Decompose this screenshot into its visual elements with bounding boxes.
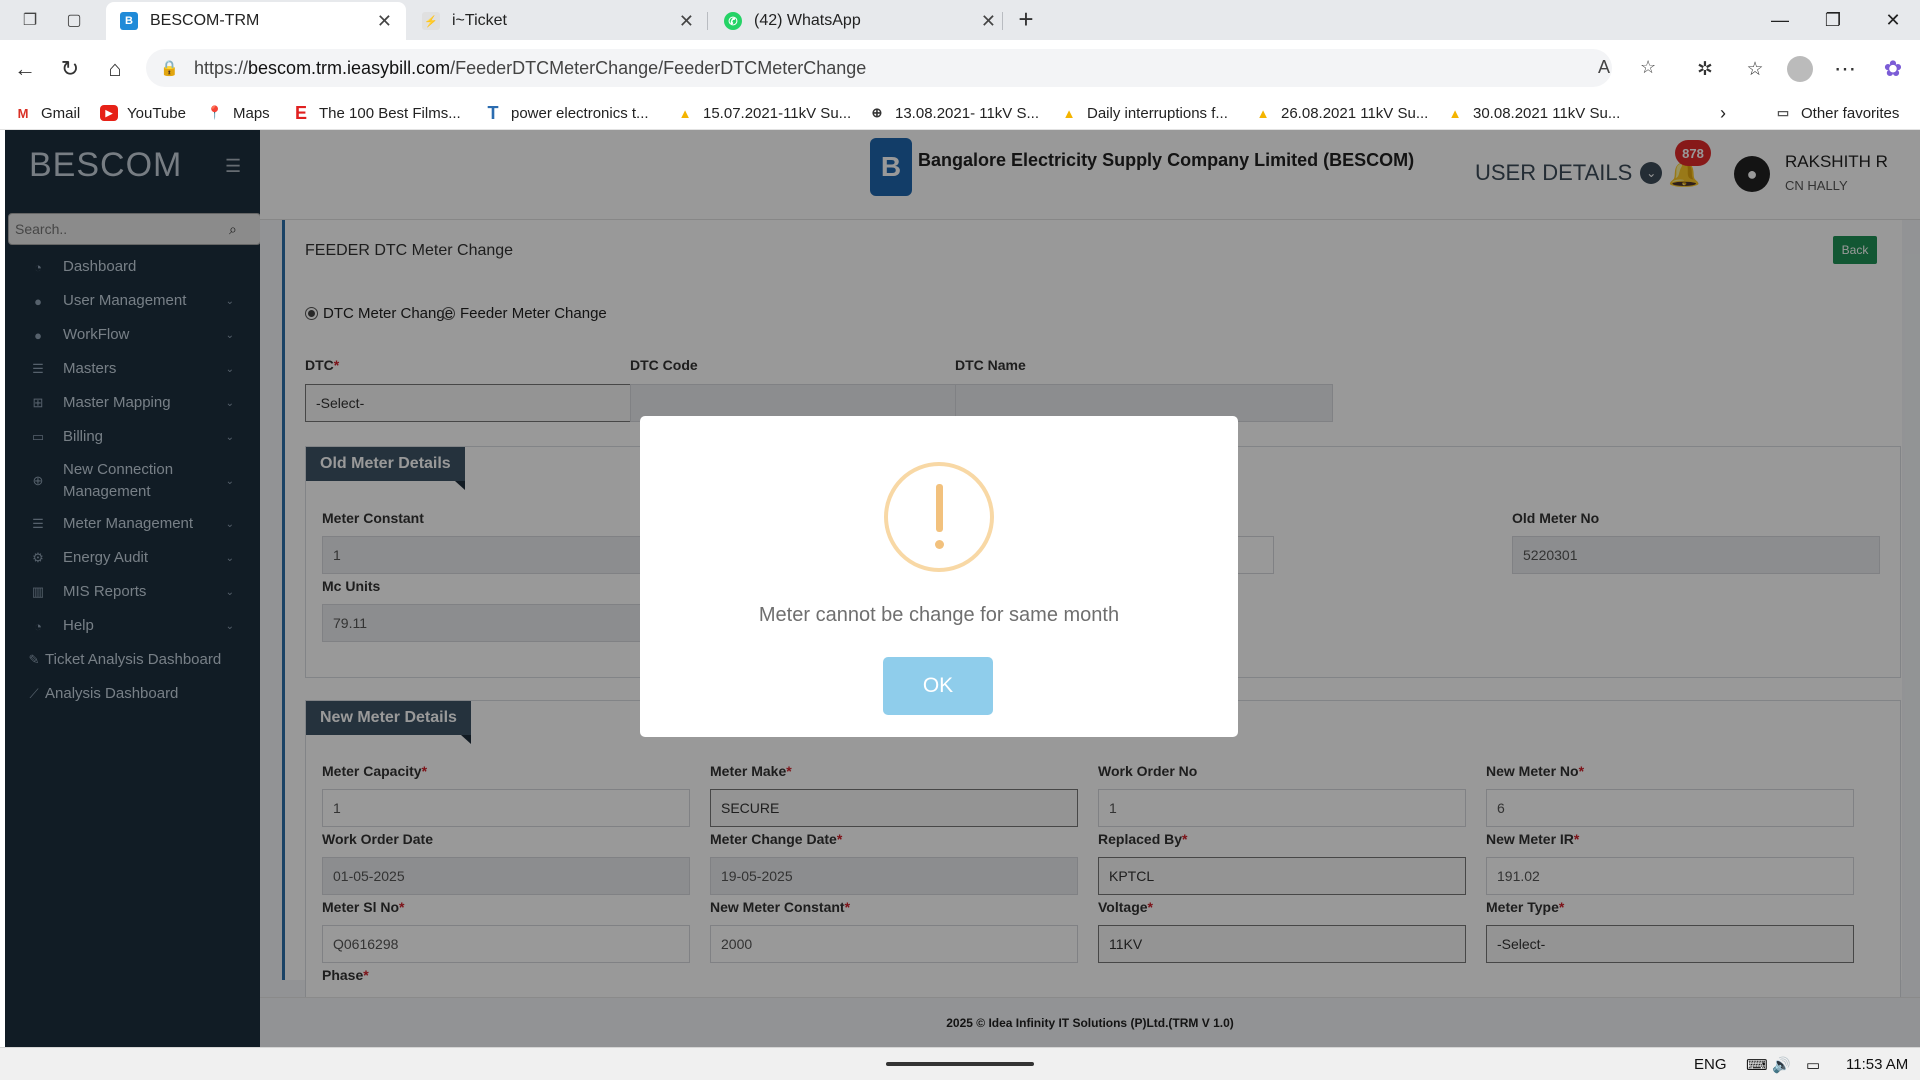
workspaces-icon[interactable]: ❐ (18, 8, 42, 32)
home-icon[interactable]: ⌂ (100, 54, 130, 84)
gmail-icon: M (17, 105, 29, 121)
e-icon: E (294, 102, 307, 123)
bookmark-label: 15.07.2021-11kV Su... (703, 104, 852, 122)
bookmark-label: The 100 Best Films... (319, 104, 461, 122)
tab-title: (42) WhatsApp (754, 12, 861, 29)
favorite-star-icon[interactable]: ☆ (1640, 57, 1656, 78)
minimize-icon[interactable]: — (1760, 6, 1800, 34)
bookmark-drive-2[interactable]: ▲ Daily interruptions f... (1060, 102, 1228, 124)
clock[interactable]: 11:53 AM (1846, 1056, 1908, 1073)
bookmark-drive-1[interactable]: ▲ 15.07.2021-11kV Su... (676, 102, 852, 124)
lock-icon[interactable]: 🔒 (160, 59, 182, 77)
url-text[interactable]: https://bescom.trm.ieasybill.com/FeederD… (194, 58, 866, 79)
profile-icon[interactable] (1785, 54, 1815, 84)
bookmark-globe[interactable]: ⊕ 13.08.2021- 11kV S... (868, 102, 1039, 124)
address-bar[interactable]: 🔒 https://bescom.trm.ieasybill.com/Feede… (146, 49, 1656, 87)
tab-iticket[interactable]: ⚡ i~Ticket ✕ (408, 2, 708, 40)
volume-icon[interactable]: 🔊 (1772, 1056, 1791, 1074)
bookmark-label: power electronics t... (511, 104, 649, 122)
bookmark-drive-4[interactable]: ▲ 30.08.2021 11kV Su... (1446, 102, 1621, 124)
tab-title: BESCOM-TRM (150, 12, 260, 29)
bookmark-gmail[interactable]: M Gmail (14, 102, 81, 124)
more-menu-icon[interactable]: ⋯ (1830, 54, 1860, 84)
tab-actions-icon[interactable]: ▢ (62, 8, 86, 32)
new-tab-icon[interactable]: + (1012, 6, 1040, 34)
bookmark-maps[interactable]: 📍 Maps (206, 102, 270, 124)
tab-title: i~Ticket (452, 12, 507, 29)
youtube-icon: ▶ (100, 105, 118, 121)
bookmark-youtube[interactable]: ▶ YouTube (100, 102, 186, 124)
maps-icon: 📍 (206, 105, 224, 120)
close-tab-icon[interactable]: ✕ (679, 11, 694, 32)
warning-exclamation-bar (935, 484, 943, 532)
taskbar-handle[interactable] (886, 1062, 1034, 1066)
bookmark-label: YouTube (127, 104, 186, 122)
iticket-favicon-icon: ⚡ (422, 12, 440, 30)
t-icon: T (487, 102, 499, 123)
language-indicator[interactable]: ENG (1694, 1056, 1727, 1073)
restore-icon[interactable]: ❐ (1813, 6, 1853, 34)
copilot-icon[interactable]: ✿ (1878, 54, 1908, 84)
ok-button[interactable]: OK (883, 657, 993, 715)
favorites-icon[interactable]: ☆ (1740, 54, 1770, 84)
close-window-icon[interactable]: ✕ (1873, 6, 1913, 34)
url-scheme: https:// (194, 57, 249, 78)
reload-icon[interactable]: ↻ (55, 54, 85, 84)
taskbar: ENG ⌨ 🔊 ▭ 11:53 AM (0, 1047, 1920, 1080)
tab-bescom-trm[interactable]: B BESCOM-TRM ✕ (106, 2, 406, 40)
bookmark-drive-3[interactable]: ▲ 26.08.2021 11kV Su... (1254, 102, 1429, 124)
bookmark-label: 26.08.2021 11kV Su... (1281, 104, 1429, 122)
warning-icon (884, 462, 994, 572)
globe-icon: ⊕ (871, 105, 883, 120)
other-favorites-label: Other favorites (1801, 104, 1900, 122)
drive-icon: ▲ (678, 105, 692, 121)
browser-toolbar: ← ↻ ⌂ 🔒 https://bescom.trm.ieasybill.com… (0, 40, 1920, 96)
url-path: /FeederDTCMeterChange/FeederDTCMeterChan… (450, 57, 867, 78)
read-aloud-icon[interactable]: A (1598, 57, 1610, 78)
tab-separator (707, 12, 708, 30)
bookmark-label: Daily interruptions f... (1087, 104, 1228, 122)
back-arrow-icon[interactable]: ← (10, 54, 40, 84)
screen: ❐ ▢ B BESCOM-TRM ✕ ⚡ i~Ticket ✕ ✆ (42) W… (0, 0, 1920, 1080)
other-favorites[interactable]: ▭ Other favorites (1774, 102, 1900, 124)
alert-message: Meter cannot be change for same month (758, 604, 1120, 626)
bookmarks-overflow-icon[interactable]: › (1720, 102, 1726, 124)
drive-icon: ▲ (1448, 105, 1462, 121)
close-tab-icon[interactable]: ✕ (981, 11, 996, 32)
network-icon[interactable]: ⌨ (1746, 1056, 1768, 1074)
warning-exclamation-dot (934, 540, 944, 549)
close-tab-icon[interactable]: ✕ (377, 11, 392, 32)
bookmark-power-electronics[interactable]: Tpower electronics t... (484, 102, 649, 124)
tab-separator (1002, 12, 1003, 30)
folder-icon: ▭ (1776, 105, 1790, 120)
bookmark-label: 30.08.2021 11kV Su... (1473, 104, 1621, 122)
whatsapp-favicon-icon: ✆ (724, 12, 742, 30)
bookmark-label: Maps (233, 104, 270, 122)
extensions-icon[interactable]: ✲ (1690, 54, 1720, 84)
tab-whatsapp[interactable]: ✆ (42) WhatsApp ✕ (710, 2, 1010, 40)
bescom-favicon-icon: B (120, 12, 138, 30)
bookmarks-bar: M Gmail ▶ YouTube 📍 Maps E The 100 Best Film… (0, 96, 1920, 130)
drive-icon: ▲ (1256, 105, 1270, 121)
drive-icon: ▲ (1062, 105, 1076, 121)
bookmark-best-films[interactable]: E The 100 Best Films... (292, 102, 461, 124)
alert-dialog: Meter cannot be change for same month OK (640, 416, 1238, 737)
browser-tab-strip: ❐ ▢ B BESCOM-TRM ✕ ⚡ i~Ticket ✕ ✆ (42) W… (0, 0, 1920, 40)
battery-icon[interactable]: ▭ (1806, 1056, 1820, 1074)
bookmark-label: Gmail (41, 104, 81, 122)
url-host: bescom.trm.ieasybill.com (248, 57, 451, 78)
bookmark-label: 13.08.2021- 11kV S... (895, 104, 1039, 122)
